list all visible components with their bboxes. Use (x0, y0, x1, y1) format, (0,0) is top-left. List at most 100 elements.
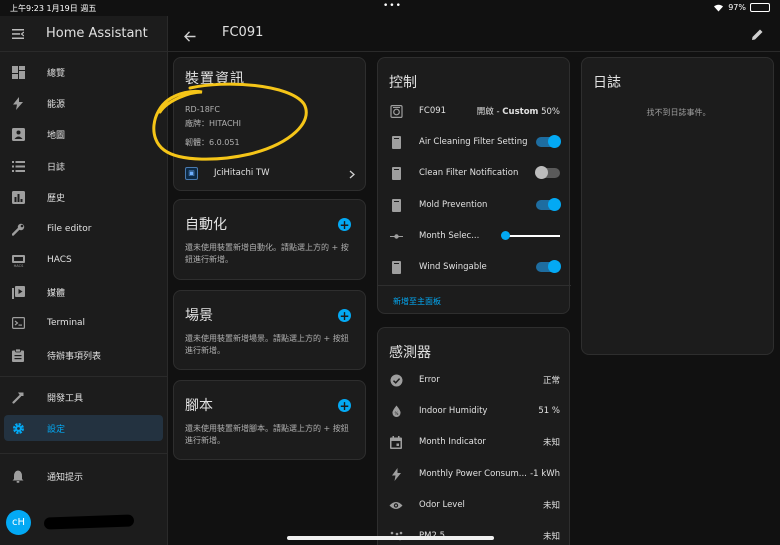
month-select-slider[interactable] (501, 231, 560, 240)
sidebar-item-logbook[interactable]: 日誌 (4, 153, 163, 179)
sidebar-item-media[interactable]: 媒體 (4, 279, 163, 305)
sidebar-item-notifications[interactable]: 通知提示 (4, 463, 163, 489)
eye-icon (389, 498, 403, 512)
integration-link[interactable]: ▣ JciHitachi TW (185, 164, 355, 182)
sensor-row-month-indicator[interactable]: Month Indicator 未知 (378, 432, 571, 452)
sensor-row-indoor-humidity[interactable]: % Indoor Humidity 51 % (378, 401, 571, 421)
control-name: Wind Swingable (419, 262, 487, 272)
control-row-air-cleaning-filter[interactable]: Air Cleaning Filter Setting (378, 132, 571, 152)
logbook-empty-message: 找不到日誌事件。 (646, 108, 711, 117)
sidebar-item-energy[interactable]: 能源 (4, 90, 163, 116)
logbook-card: 日誌 找不到日誌事件。 (581, 57, 774, 355)
sidebar-item-overview[interactable]: 總覽 (4, 59, 163, 85)
sidebar-item-terminal[interactable]: Terminal (4, 310, 163, 336)
sensor-row-error[interactable]: Error 正常 (378, 370, 571, 390)
sensor-name: Monthly Power Consum... (419, 469, 527, 479)
sidebar-item-label: 通知提示 (47, 472, 84, 483)
home-indicator[interactable] (287, 536, 494, 540)
controls-card: 控制 FC091 開啟 - Custom 50% Air Cleaning Fi… (377, 57, 571, 314)
air-cleaning-filter-toggle[interactable] (536, 135, 561, 148)
control-row-fan[interactable]: FC091 開啟 - Custom 50% (378, 101, 571, 121)
sensors-card: 感測器 Error 正常 % Indoor Humidity 51 % Mont… (377, 327, 570, 545)
control-row-wind-swingable[interactable]: Wind Swingable (378, 257, 571, 277)
sidebar-item-label: File editor (47, 224, 92, 234)
multitask-dots[interactable]: ••• (383, 1, 402, 11)
air-purifier-icon (389, 260, 403, 274)
control-name: Clean Filter Notification (419, 168, 519, 178)
gear-icon (11, 421, 25, 435)
sensor-value: 正常 (542, 376, 560, 386)
mold-prevention-toggle[interactable] (536, 198, 561, 211)
clipboard-icon (11, 348, 25, 362)
add-script-button[interactable]: + (338, 399, 351, 412)
sidebar-item-label: 設定 (47, 424, 66, 435)
script-description: 還未使用裝置新增腳本。請點選上方的 + 按鈕進行新增。 (185, 424, 349, 445)
integration-logo-icon: ▣ (185, 166, 198, 180)
wifi-icon (713, 3, 724, 12)
control-row-month-select[interactable]: Month Selec... (378, 226, 571, 246)
menu-collapse-icon[interactable] (12, 24, 25, 43)
sidebar-item-settings[interactable]: 設定 (4, 415, 163, 441)
air-purifier-icon (389, 135, 403, 149)
scene-title: 場景 (185, 308, 213, 324)
sidebar-item-label: 地圖 (47, 130, 66, 141)
hacs-icon: HACS (11, 253, 25, 267)
clean-filter-notification-toggle[interactable] (535, 166, 560, 179)
control-row-clean-filter-notification[interactable]: Clean Filter Notification (378, 163, 571, 183)
lightning-icon (389, 467, 403, 481)
check-circle-icon (389, 373, 403, 387)
sensor-row-odor-level[interactable]: Odor Level 未知 (378, 495, 571, 515)
device-info-card: 裝置資訊 RD-18FC 廠牌：HITACHI 韌體：6.0.051 ▣ Jci… (173, 57, 366, 191)
add-automation-button[interactable]: + (338, 218, 351, 231)
svg-text:HACS: HACS (13, 263, 23, 266)
media-icon (11, 285, 25, 299)
control-name: Air Cleaning Filter Setting (419, 137, 528, 147)
hammer-icon (11, 390, 25, 404)
script-title: 腳本 (185, 398, 213, 414)
sidebar-item-developer-tools[interactable]: 開發工具 (4, 384, 163, 410)
dashboard-icon (11, 65, 25, 79)
add-scene-button[interactable]: + (338, 309, 351, 322)
sidebar-header: Home Assistant (0, 16, 167, 52)
sensor-value: 51 % (538, 406, 560, 416)
control-row-mold-prevention[interactable]: Mold Prevention (378, 195, 571, 215)
controls-title: 控制 (389, 75, 417, 91)
controls-divider (378, 285, 571, 286)
integration-name: JciHitachi TW (214, 168, 270, 178)
sensor-name: Error (419, 375, 440, 385)
app-title: Home Assistant (46, 26, 148, 41)
sidebar-item-todo[interactable]: 待辦事項列表 (4, 342, 163, 368)
slider-icon (389, 229, 403, 243)
sidebar-item-history[interactable]: 歷史 (4, 184, 163, 210)
back-arrow-icon[interactable] (184, 27, 196, 46)
map-icon (11, 127, 25, 141)
sensors-title: 感測器 (389, 345, 431, 361)
water-drop-icon: % (389, 404, 403, 418)
sidebar-item-map[interactable]: 地圖 (4, 121, 163, 147)
calendar-icon (389, 435, 403, 449)
air-purifier-icon (389, 166, 403, 180)
device-firmware: 韌體：6.0.051 (185, 138, 240, 147)
sensor-name: Month Indicator (419, 437, 486, 447)
control-name: Month Selec... (419, 231, 480, 241)
status-time: 上午9:23 1月19日 週五 (10, 4, 97, 13)
sidebar-divider (0, 453, 168, 454)
wind-swingable-toggle[interactable] (536, 260, 561, 273)
script-card: 腳本 + 還未使用裝置新增腳本。請點選上方的 + 按鈕進行新增。 (173, 380, 366, 460)
pencil-icon[interactable] (751, 26, 764, 45)
sensor-name: Indoor Humidity (419, 406, 488, 416)
sidebar-item-file-editor[interactable]: File editor (4, 216, 163, 242)
sidebar-divider (0, 376, 168, 377)
automation-title: 自動化 (185, 217, 227, 233)
page-title: FC091 (222, 25, 264, 40)
status-bar: 上午9:23 1月19日 週五 ••• 97% (0, 0, 780, 16)
avatar[interactable]: cH (6, 510, 31, 535)
sensor-value: 未知 (542, 438, 560, 448)
control-value: 開啟 - Custom 50% (476, 107, 560, 117)
sidebar-item-hacs[interactable]: HACS HACS (4, 247, 163, 273)
slider-thumb[interactable] (501, 231, 510, 240)
add-to-dashboard-link[interactable]: 新增至主面板 (393, 296, 441, 307)
device-brand: 廠牌：HITACHI (185, 119, 241, 128)
sensor-row-monthly-power[interactable]: Monthly Power Consum... -1 kWh (378, 464, 571, 484)
sensor-value: 未知 (542, 501, 560, 511)
